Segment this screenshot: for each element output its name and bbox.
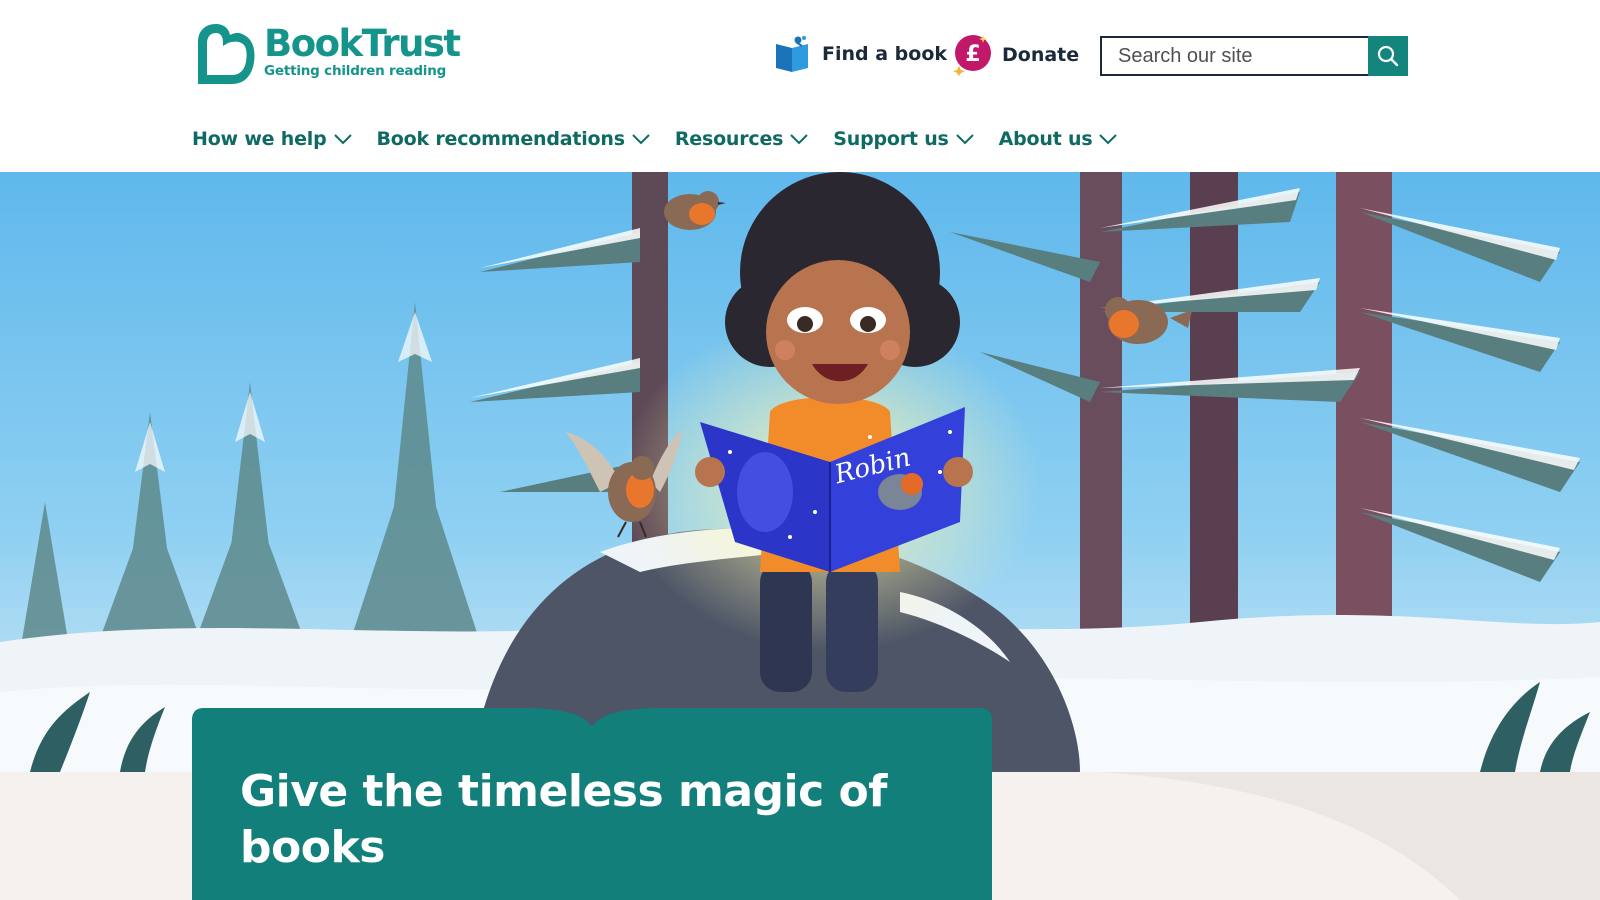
heart-logo-icon (198, 24, 255, 84)
main-navigation: How we help Book recommendations Resourc… (192, 128, 1142, 150)
booktrust-logo[interactable]: BookTrust Getting children reading (192, 22, 461, 88)
search-button[interactable] (1368, 36, 1408, 76)
chevron-down-icon (1099, 134, 1118, 145)
nav-item-how-we-help[interactable]: How we help (192, 128, 353, 150)
hero-card: Give the timeless magic of books (192, 708, 992, 900)
winter-forest-reading-illustration: Robin (0, 172, 1600, 772)
chevron-down-icon (632, 134, 650, 145)
book-icon (776, 36, 808, 72)
nav-label: Support us (833, 128, 949, 150)
chevron-down-icon (790, 134, 808, 145)
nav-label: About us (998, 128, 1093, 150)
search-icon (1377, 45, 1399, 67)
nav-label: Book recommendations (376, 128, 626, 150)
site-search (1100, 36, 1408, 76)
logo-tagline: Getting children reading (264, 63, 447, 79)
nav-label: How we help (192, 128, 327, 150)
nav-item-resources[interactable]: Resources (675, 128, 809, 150)
logo-name: BookTrust (264, 22, 461, 65)
donate-link[interactable]: £ Donate (952, 34, 1079, 76)
nav-item-about-us[interactable]: About us (999, 128, 1119, 150)
hero-illustration: Robin (0, 172, 1600, 772)
find-a-book-label: Find a book (822, 43, 948, 65)
nav-label: Resources (674, 128, 784, 150)
nav-item-book-recommendations[interactable]: Book recommendations (377, 128, 651, 150)
chevron-down-icon (333, 134, 352, 145)
site-header: BookTrust Getting children reading Find … (0, 0, 1600, 172)
hero-title: Give the timeless magic of books (240, 766, 887, 873)
nav-item-support-us[interactable]: Support us (833, 128, 974, 150)
svg-text:£: £ (965, 42, 980, 67)
search-input[interactable] (1100, 36, 1368, 76)
pound-coin-icon: £ (953, 35, 991, 76)
donate-label: Donate (1002, 44, 1080, 66)
chevron-down-icon (955, 134, 974, 145)
find-a-book-link[interactable]: Find a book (774, 34, 947, 74)
